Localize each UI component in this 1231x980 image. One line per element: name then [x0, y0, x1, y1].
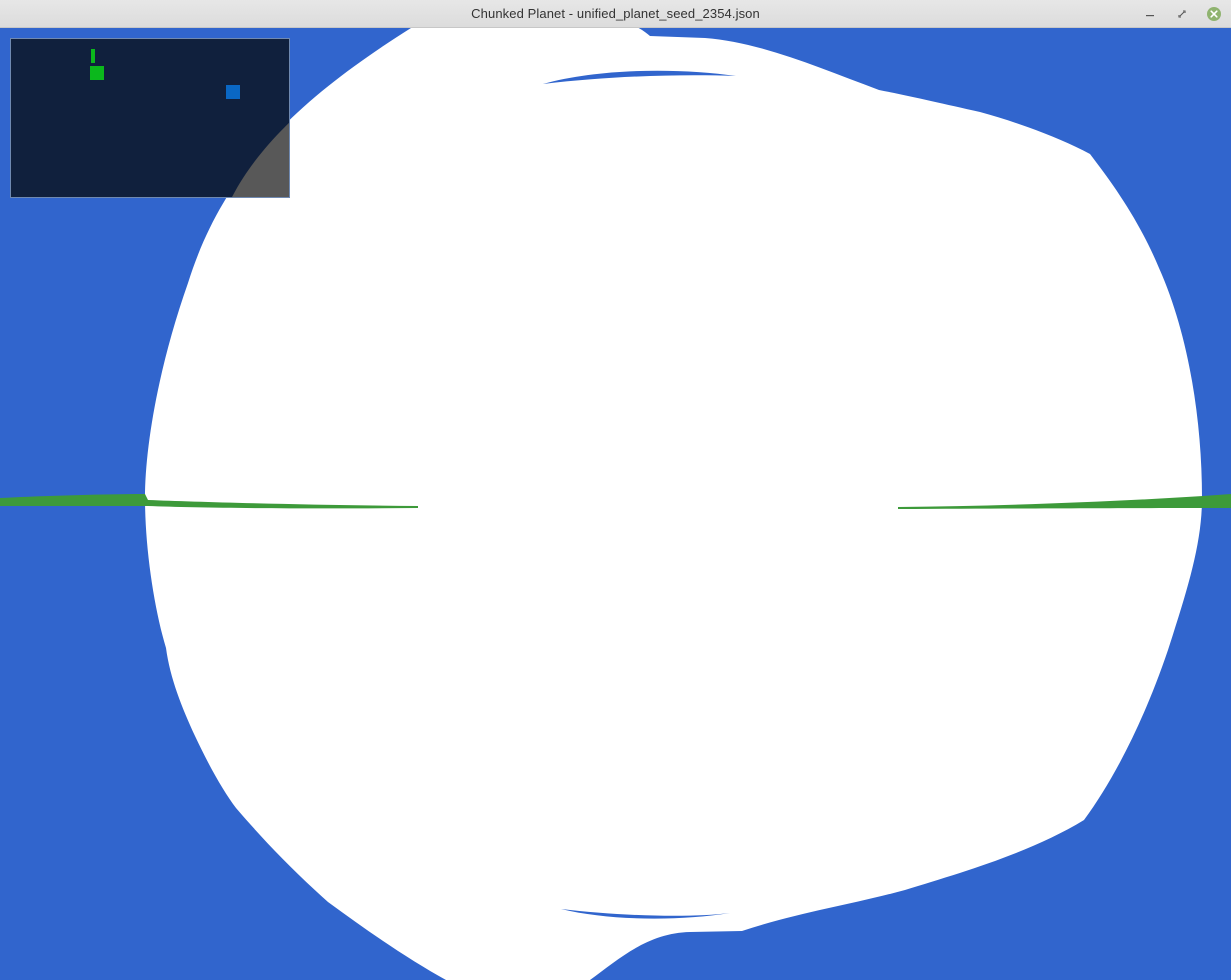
minimap-target-marker — [226, 85, 240, 99]
minimap-panel[interactable] — [10, 38, 290, 198]
close-button[interactable] — [1205, 5, 1223, 23]
minimize-icon — [1146, 15, 1154, 17]
minimap-player-marker — [90, 66, 104, 80]
title-bar[interactable]: Chunked Planet - unified_planet_seed_235… — [0, 0, 1231, 28]
window-controls — [1141, 5, 1223, 23]
minimize-button[interactable] — [1141, 5, 1159, 23]
minimap-direction-marker — [91, 49, 95, 63]
minimap-view-cone — [232, 122, 289, 197]
restore-icon — [1178, 10, 1186, 18]
window-title: Chunked Planet - unified_planet_seed_235… — [471, 6, 760, 21]
app-window: Chunked Planet - unified_planet_seed_235… — [0, 0, 1231, 980]
close-icon — [1207, 7, 1221, 21]
restore-button[interactable] — [1173, 5, 1191, 23]
